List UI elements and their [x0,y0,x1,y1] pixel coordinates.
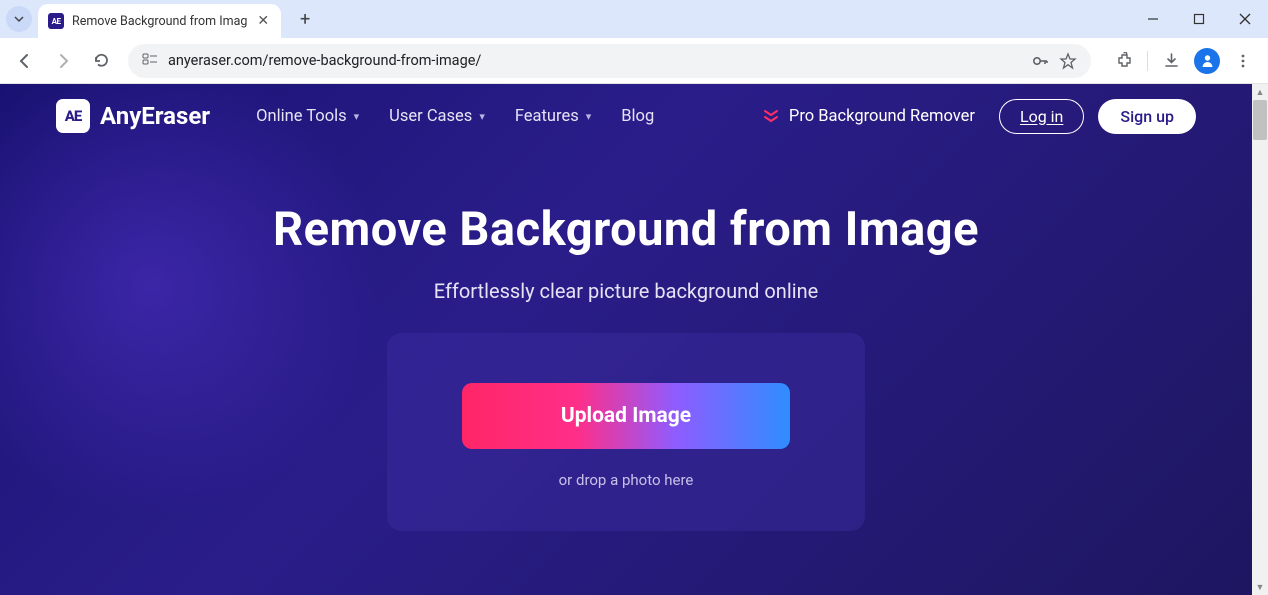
nav-label: User Cases [389,107,472,126]
extensions-button[interactable] [1107,44,1141,78]
scroll-up-button[interactable]: ▲ [1252,84,1268,100]
scrollbar[interactable]: ▲ ▼ [1252,84,1268,595]
reload-button[interactable] [84,44,118,78]
address-bar[interactable]: anyeraser.com/remove-background-from-ima… [128,44,1091,78]
tab-search-button[interactable] [6,6,32,32]
minimize-button[interactable] [1130,0,1176,38]
close-tab-button[interactable]: ✕ [255,11,271,31]
toolbar-divider [1147,51,1148,71]
hero-section: Remove Background from Image Effortlessl… [0,148,1252,531]
browser-toolbar: anyeraser.com/remove-background-from-ima… [0,38,1268,84]
scroll-thumb[interactable] [1253,100,1267,140]
back-button[interactable] [8,44,42,78]
password-key-icon[interactable] [1031,52,1049,70]
pro-icon [763,108,779,124]
page-content: AE AnyEraser Online Tools ▾ User Cases ▾ F… [0,84,1252,595]
logo-badge-icon: AE [56,99,90,133]
favicon-icon: AE [48,13,64,29]
menu-button[interactable] [1226,44,1260,78]
upload-dropzone[interactable]: Upload Image or drop a photo here [387,333,865,531]
scroll-down-button[interactable]: ▼ [1252,579,1268,595]
pro-background-remover-link[interactable]: Pro Background Remover [763,107,975,126]
hero-title: Remove Background from Image [0,202,1252,257]
chevron-down-icon: ▾ [586,110,592,123]
nav-blog[interactable]: Blog [621,107,654,126]
chevron-down-icon: ▾ [479,110,485,123]
signup-button[interactable]: Sign up [1098,99,1196,134]
upload-image-button[interactable]: Upload Image [462,383,790,449]
new-tab-button[interactable]: + [291,5,319,33]
nav-features[interactable]: Features ▾ [515,107,591,126]
nav-label: Online Tools [256,107,347,126]
nav-user-cases[interactable]: User Cases ▾ [389,107,485,126]
login-button[interactable]: Log in [999,99,1084,134]
window-controls [1130,0,1268,38]
bookmark-star-icon[interactable] [1059,52,1077,70]
viewport: AE AnyEraser Online Tools ▾ User Cases ▾ F… [0,84,1268,595]
nav-label: Blog [621,107,654,126]
browser-tab[interactable]: AE Remove Background from Imag ✕ [38,4,281,38]
main-nav: Online Tools ▾ User Cases ▾ Features ▾ Blog [256,107,654,126]
nav-online-tools[interactable]: Online Tools ▾ [256,107,359,126]
profile-button[interactable] [1190,44,1224,78]
browser-chrome: AE Remove Background from Imag ✕ + anyer… [0,0,1268,84]
nav-label: Features [515,107,579,126]
tab-strip: AE Remove Background from Imag ✕ + [0,0,1268,38]
site-settings-icon[interactable] [142,51,158,71]
drop-hint-text: or drop a photo here [387,471,865,489]
forward-button[interactable] [46,44,80,78]
site-header: AE AnyEraser Online Tools ▾ User Cases ▾ F… [0,84,1252,148]
pro-label: Pro Background Remover [789,107,975,126]
toolbar-right-icons [1107,44,1260,78]
tab-title: Remove Background from Imag [72,14,247,29]
close-window-button[interactable] [1222,0,1268,38]
downloads-button[interactable] [1154,44,1188,78]
hero-subtitle: Effortlessly clear picture background on… [0,279,1252,303]
logo[interactable]: AE AnyEraser [56,99,210,133]
maximize-button[interactable] [1176,0,1222,38]
chevron-down-icon: ▾ [354,110,360,123]
url-text: anyeraser.com/remove-background-from-ima… [168,52,1021,69]
logo-text: AnyEraser [100,102,210,130]
